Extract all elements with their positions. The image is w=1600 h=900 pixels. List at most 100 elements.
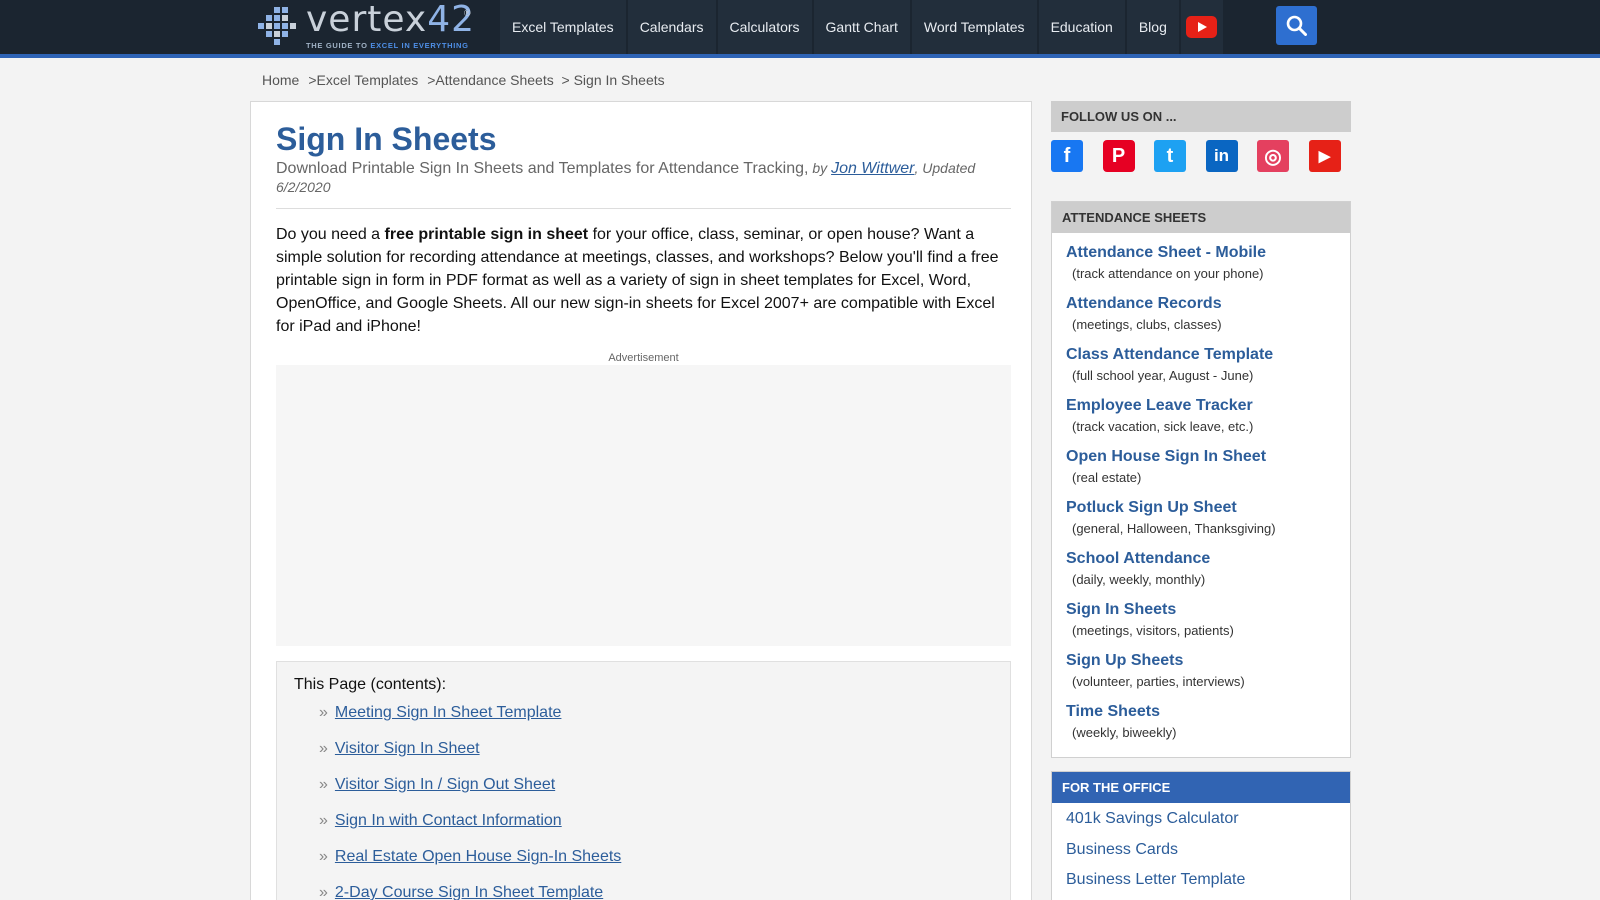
link-business-letter-template[interactable]: Business Letter Template — [1066, 871, 1245, 888]
breadcrumb-home[interactable]: Home — [262, 72, 299, 88]
link-school-attendance[interactable]: School Attendance — [1066, 549, 1336, 569]
logo-registered-mark: ® — [464, 8, 471, 18]
nav-calendars[interactable]: Calendars — [627, 0, 716, 54]
advertisement-slot[interactable] — [276, 365, 1011, 646]
breadcrumb-attendance-sheets[interactable]: Attendance Sheets — [435, 72, 553, 88]
toc-link-contact-info[interactable]: Sign In with Contact Information — [335, 812, 562, 829]
intro-bold: free printable sign in sheet — [384, 226, 589, 243]
toc-marker: » — [319, 884, 328, 900]
list-item: Potluck Sign Up Sheet (general, Halloween… — [1066, 498, 1336, 549]
top-navbar: vertex42 ® THE GUIDE TO EXCEL IN EVERYTH… — [0, 0, 1600, 58]
youtube-icon[interactable]: ▶ — [1308, 140, 1341, 172]
subtitle-by: by — [808, 160, 832, 176]
link-class-attendance-template[interactable]: Class Attendance Template — [1066, 345, 1336, 365]
link-description: (track attendance on your phone) — [1072, 266, 1264, 281]
linkedin-icon[interactable]: in — [1205, 140, 1238, 172]
list-item: School Attendance (daily, weekly, monthly… — [1066, 549, 1336, 600]
logo-text-vertex: vertex — [306, 0, 428, 40]
breadcrumb-separator: > — [308, 72, 317, 88]
twitter-glyph: t — [1166, 144, 1174, 167]
instagram-icon[interactable]: ◎ — [1257, 140, 1289, 172]
logo-grid-icon — [258, 7, 296, 45]
toc-link-visitor-sign-in[interactable]: Visitor Sign In Sheet — [335, 740, 480, 757]
list-item: Attendance Sheet - Mobile (track attendan… — [1066, 243, 1336, 294]
link-401k-savings-calculator[interactable]: 401k Savings Calculator — [1066, 810, 1239, 827]
nav-youtube[interactable] — [1180, 0, 1223, 54]
toc-link-open-house[interactable]: Real Estate Open House Sign-In Sheets — [335, 848, 621, 865]
author-link[interactable]: Jon Wittwer — [831, 160, 914, 177]
logo-tagline: THE GUIDE TO EXCEL IN EVERYTHING — [306, 41, 469, 50]
nav-word-templates[interactable]: Word Templates — [911, 0, 1037, 54]
link-description: (full school year, August - June) — [1072, 368, 1254, 383]
nav-blog[interactable]: Blog — [1126, 0, 1179, 54]
youtube-glyph: ▶ — [1318, 148, 1331, 165]
list-item: Attendance Records (meetings, clubs, clas… — [1066, 294, 1336, 345]
follow-us-heading: FOLLOW US ON ... — [1051, 101, 1351, 132]
toc-item: » Visitor Sign In / Sign Out Sheet — [319, 776, 621, 812]
link-attendance-sheet-mobile[interactable]: Attendance Sheet - Mobile — [1066, 243, 1336, 263]
page-subtitle: Download Printable Sign In Sheets and Te… — [276, 159, 1011, 197]
instagram-glyph: ◎ — [1264, 145, 1282, 168]
list-item[interactable]: Business Cards — [1066, 838, 1336, 869]
nav-gantt-chart[interactable]: Gantt Chart — [813, 0, 910, 54]
list-item[interactable]: Business Letter Template — [1066, 868, 1336, 899]
pinterest-icon[interactable]: P — [1102, 140, 1135, 172]
advertisement-label: Advertisement — [608, 352, 679, 364]
attendance-sheets-panel: ATTENDANCE SHEETS Attendance Sheet - Mob… — [1051, 201, 1351, 758]
page-title: Sign In Sheets — [276, 121, 497, 157]
main-content: Sign In Sheets Download Printable Sign I… — [250, 101, 1032, 900]
youtube-icon — [1186, 16, 1218, 38]
attendance-list: Attendance Sheet - Mobile (track attendan… — [1052, 233, 1350, 757]
toc-item: » Real Estate Open House Sign-In Sheets — [319, 848, 621, 884]
nav-education[interactable]: Education — [1038, 0, 1125, 54]
list-item: Sign Up Sheets (volunteer, parties, inter… — [1066, 651, 1336, 702]
nav-calculators[interactable]: Calculators — [717, 0, 812, 54]
list-item: Open House Sign In Sheet (real estate) — [1066, 447, 1336, 498]
link-description: (weekly, biweekly) — [1072, 725, 1177, 740]
link-description: (general, Halloween, Thanksgiving) — [1072, 521, 1276, 536]
list-item: Class Attendance Template (full school ye… — [1066, 345, 1336, 396]
link-employee-leave-tracker[interactable]: Employee Leave Tracker — [1066, 396, 1336, 416]
list-item: Employee Leave Tracker (track vacation, s… — [1066, 396, 1336, 447]
linkedin-glyph: in — [1213, 146, 1230, 165]
breadcrumb-excel-templates[interactable]: Excel Templates — [317, 72, 419, 88]
link-description: (meetings, visitors, patients) — [1072, 623, 1234, 638]
for-the-office-heading: FOR THE OFFICE — [1052, 772, 1350, 803]
search-button[interactable] — [1276, 6, 1317, 45]
attendance-sheets-heading: ATTENDANCE SHEETS — [1052, 202, 1350, 233]
facebook-icon[interactable]: f — [1051, 140, 1083, 172]
nav-excel-templates[interactable]: Excel Templates — [500, 0, 626, 54]
link-open-house-sign-in[interactable]: Open House Sign In Sheet — [1066, 447, 1336, 467]
toc-link-2-day-course[interactable]: 2-Day Course Sign In Sheet Template — [335, 884, 603, 900]
breadcrumb: Home >Excel Templates >Attendance Sheets >… — [262, 72, 665, 88]
breadcrumb-current: > Sign In Sheets — [561, 72, 665, 88]
list-item[interactable]: 401k Savings Calculator — [1066, 807, 1336, 838]
link-time-sheets[interactable]: Time Sheets — [1066, 702, 1336, 722]
link-description: (track vacation, sick leave, etc.) — [1072, 419, 1254, 434]
link-attendance-records[interactable]: Attendance Records — [1066, 294, 1336, 314]
tagline-part-2: EXCEL IN EVERYTHING — [370, 41, 469, 50]
vertex42-logo[interactable]: vertex42 ® THE GUIDE TO EXCEL IN EVERYTH… — [254, 0, 476, 51]
list-item: Sign In Sheets (meetings, visitors, patie… — [1066, 600, 1336, 651]
pinterest-glyph: P — [1111, 144, 1126, 167]
twitter-icon[interactable]: t — [1154, 140, 1186, 172]
toc-marker: » — [319, 776, 328, 793]
toc-item: » Meeting Sign In Sheet Template — [319, 704, 621, 740]
title-divider — [276, 208, 1011, 209]
toc-link-meeting-sign-in[interactable]: Meeting Sign In Sheet Template — [335, 704, 562, 721]
link-potluck-sign-up[interactable]: Potluck Sign Up Sheet — [1066, 498, 1336, 518]
for-the-office-panel: FOR THE OFFICE 401k Savings Calculator B… — [1051, 771, 1351, 900]
toc-item: » Visitor Sign In Sheet — [319, 740, 621, 776]
link-description: (volunteer, parties, interviews) — [1072, 674, 1245, 689]
link-sign-in-sheets[interactable]: Sign In Sheets — [1066, 600, 1336, 620]
toc-list: » Meeting Sign In Sheet Template » Visitor… — [319, 704, 621, 900]
link-sign-up-sheets[interactable]: Sign Up Sheets — [1066, 651, 1336, 671]
link-business-cards[interactable]: Business Cards — [1066, 841, 1178, 858]
social-links: f P t in ◎ ▶ — [1051, 140, 1360, 172]
facebook-glyph: f — [1063, 144, 1071, 167]
logo-wordmark: vertex42 — [306, 0, 475, 40]
toc-link-visitor-sign-in-out[interactable]: Visitor Sign In / Sign Out Sheet — [335, 776, 555, 793]
tagline-part-1: THE GUIDE TO — [306, 41, 371, 50]
link-description: (meetings, clubs, classes) — [1072, 317, 1222, 332]
link-description: (real estate) — [1072, 470, 1142, 485]
